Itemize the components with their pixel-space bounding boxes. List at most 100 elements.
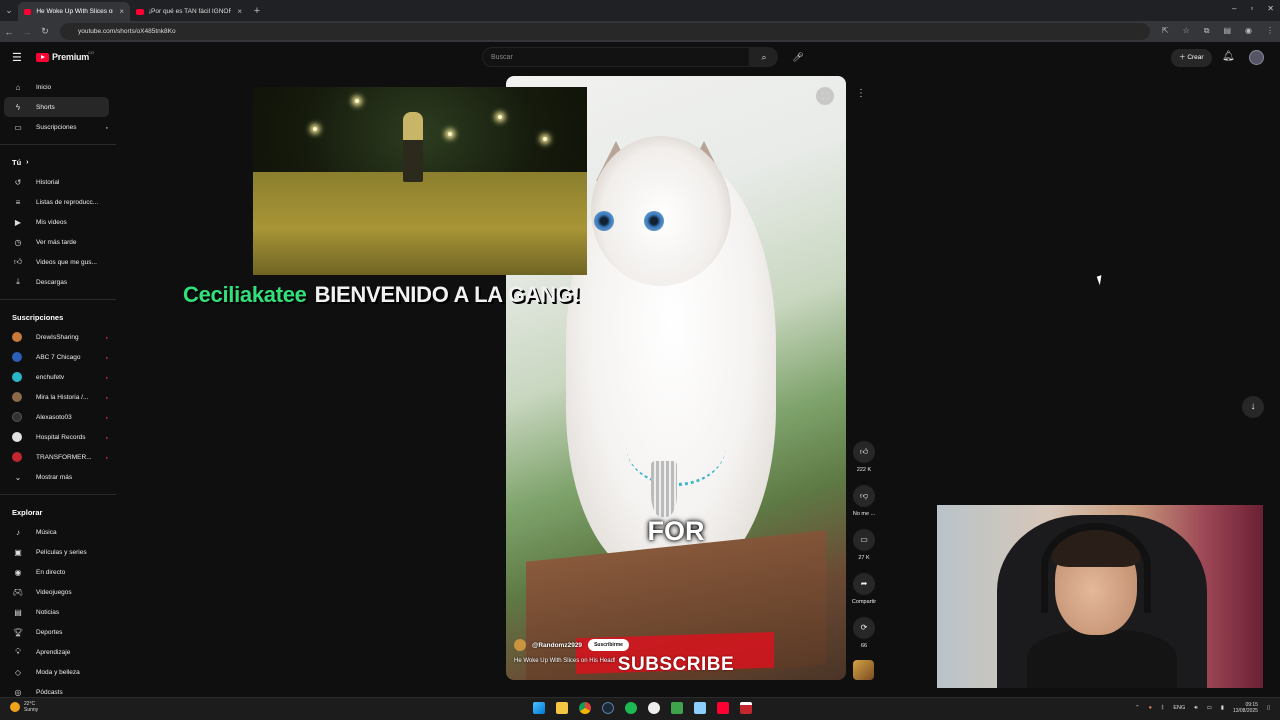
- sidebar-sub-mira-la-historia[interactable]: Mira la Historia /... ●: [0, 387, 116, 407]
- sidebar-sub-hospital-records[interactable]: Hospital Records ●: [0, 427, 116, 447]
- volume-icon[interactable]: 🔊︎: [1194, 705, 1197, 712]
- tray-chevron-up-icon[interactable]: ⌃: [1135, 705, 1140, 711]
- sidebar-item-videojuegos[interactable]: 🎮︎ Videojuegos: [0, 582, 116, 602]
- subscribe-button[interactable]: Suscribirme: [588, 639, 629, 651]
- open-external-icon[interactable]: ⇱: [1162, 26, 1169, 36]
- close-tab-icon[interactable]: ×: [237, 7, 242, 16]
- bluetooth-icon[interactable]: ᛒ: [1161, 705, 1164, 711]
- youtube-app-icon[interactable]: [717, 702, 729, 714]
- minimize-icon[interactable]: –: [1232, 4, 1236, 13]
- steam-icon[interactable]: [602, 702, 614, 714]
- sidebar-item-mis-videos[interactable]: ▶ Mis videos: [0, 212, 116, 232]
- tab-inactive[interactable]: ¡Por qué es TAN fácil IGNORAR ×: [130, 2, 248, 21]
- forward-icon[interactable]: →: [18, 27, 36, 37]
- sidebar-item-moda[interactable]: ◇ Moda y belleza: [0, 662, 116, 682]
- learning-icon: 💡︎: [15, 647, 21, 656]
- youtube-premium-logo[interactable]: Premium CO: [36, 50, 94, 62]
- remix-action[interactable]: ⟳ 66: [848, 617, 880, 649]
- calendar-app-icon[interactable]: [740, 702, 752, 714]
- new-tab-icon[interactable]: +: [248, 5, 266, 17]
- sidebar-sub-transformers[interactable]: TRANSFORMER... ●: [0, 447, 116, 467]
- share-label: Compartir: [851, 599, 877, 605]
- bookmark-star-icon[interactable]: ☆: [1183, 26, 1190, 36]
- share-action[interactable]: ➦ Compartir: [848, 573, 880, 605]
- extensions-icon[interactable]: ⧉: [1204, 26, 1210, 36]
- playlist-icon: ≡: [15, 197, 21, 207]
- sidebar-sub-enchufetv[interactable]: enchufetv ●: [0, 367, 116, 387]
- hamburger-menu-icon[interactable]: ☰: [12, 51, 22, 64]
- url-field[interactable]: youtube.com/shorts/oX485tnk8Ko: [60, 23, 1150, 40]
- sidebar-sub-abc7[interactable]: ABC 7 Chicago ●: [0, 347, 116, 367]
- live-dot: ●: [105, 434, 108, 440]
- sound-thumbnail[interactable]: [853, 660, 874, 680]
- fullscreen-icon[interactable]: ⛶: [816, 87, 834, 105]
- create-button[interactable]: ＋ Crear: [1171, 49, 1212, 67]
- language-indicator[interactable]: ENG: [1173, 705, 1185, 711]
- search-button[interactable]: ⌕: [750, 47, 778, 67]
- profile-icon[interactable]: ◉: [1245, 26, 1252, 36]
- like-action[interactable]: 👍︎ 222 K: [848, 441, 880, 473]
- battery-icon[interactable]: ▮: [1221, 705, 1224, 711]
- sidebar-divider: [0, 144, 116, 145]
- sidebar-item-musica[interactable]: ♪ Música: [0, 522, 116, 542]
- sidebar-show-more[interactable]: ⌄ Mostrar más: [0, 467, 116, 487]
- live-dot: ●: [105, 454, 108, 460]
- sidepanel-icon[interactable]: ▤: [1223, 26, 1231, 36]
- tray-app-icon[interactable]: ●: [1149, 705, 1152, 711]
- tab-list-chevron-icon[interactable]: ⌄: [0, 5, 18, 16]
- weather-widget[interactable]: 22°C Sunny: [10, 701, 38, 713]
- sidebar-item-descargas[interactable]: ⤓ Descargas: [0, 272, 116, 292]
- close-tab-icon[interactable]: ×: [119, 7, 124, 16]
- sidebar-item-aprendizaje[interactable]: 💡︎ Aprendizaje: [0, 642, 116, 662]
- windows-start-icon[interactable]: [533, 702, 545, 714]
- notifications-bell-icon[interactable]: 🔔︎: [1222, 51, 1235, 62]
- search-input[interactable]: Buscar: [482, 47, 750, 67]
- sidebar-item-en-directo[interactable]: ◉ En directo: [0, 562, 116, 582]
- tab-active[interactable]: He Woke Up With Slices on His ×: [18, 2, 130, 21]
- app-icon-green[interactable]: [671, 702, 683, 714]
- maximize-icon[interactable]: ▫: [1250, 4, 1253, 13]
- like-count: 222 K: [856, 467, 872, 473]
- music-icon: ♪: [16, 527, 20, 537]
- sidebar-item-peliculas[interactable]: ▣ Películas y series: [0, 542, 116, 562]
- back-icon[interactable]: ←: [0, 27, 18, 37]
- browser-menu-icon[interactable]: ⋮: [1266, 26, 1274, 36]
- comments-action[interactable]: ▭ 27 K: [848, 529, 880, 561]
- sidebar-item-historial[interactable]: ↺ Historial: [0, 172, 116, 192]
- sidebar-item-label: Mis videos: [36, 218, 67, 226]
- sidebar-item-liked[interactable]: 👍︎ Videos que me gus...: [0, 252, 116, 272]
- sidebar-item-suscripciones[interactable]: ▭ Suscripciones ●: [0, 117, 116, 137]
- next-short-button[interactable]: ↓: [1242, 396, 1264, 418]
- notifications-icon[interactable]: ▯: [1267, 705, 1270, 711]
- street-light: [355, 99, 359, 103]
- home-icon: ⌂: [15, 82, 21, 92]
- channel-avatar[interactable]: [514, 639, 526, 651]
- dislike-action[interactable]: 👎︎ No me ...: [848, 485, 880, 517]
- sidebar-item-podcasts[interactable]: ◎ Pódcasts: [0, 682, 116, 697]
- sidebar-item-deportes[interactable]: 🏆︎ Deportes: [0, 622, 116, 642]
- alert-message: BIENVENIDO A LA GANG!: [314, 282, 580, 307]
- store-icon[interactable]: [694, 702, 706, 714]
- sidebar-sub-alexasoto03[interactable]: Alexasoto03 ●: [0, 407, 116, 427]
- voice-search-button[interactable]: 🎤︎: [788, 47, 808, 67]
- chrome-icon[interactable]: [579, 702, 591, 714]
- close-window-icon[interactable]: ✕: [1267, 4, 1274, 13]
- sidebar-you-header[interactable]: Tú ›: [0, 152, 116, 172]
- more-options-icon[interactable]: ⋮: [856, 88, 866, 99]
- spotify-icon[interactable]: [625, 702, 637, 714]
- sidebar-item-noticias[interactable]: ▤ Noticias: [0, 602, 116, 622]
- liked-icon: 👍︎: [13, 257, 23, 266]
- chatgpt-icon[interactable]: [648, 702, 660, 714]
- sidebar-sub-drewissharing[interactable]: DrewIsSharing ●: [0, 327, 116, 347]
- account-avatar[interactable]: [1249, 50, 1264, 65]
- sidebar-item-inicio[interactable]: ⌂ Inicio: [0, 77, 116, 97]
- overlay-ground: [253, 172, 587, 275]
- network-icon[interactable]: ▭: [1207, 705, 1212, 711]
- channel-name[interactable]: @Randomz2929: [532, 642, 582, 649]
- reload-icon[interactable]: ↻: [36, 26, 54, 37]
- sidebar-item-listas[interactable]: ≡ Listas de reproducc...: [0, 192, 116, 212]
- clock[interactable]: 09:15 13/08/2025: [1233, 702, 1258, 714]
- sidebar-item-shorts[interactable]: ϟ Shorts: [4, 97, 109, 117]
- file-explorer-icon[interactable]: [556, 702, 568, 714]
- sidebar-item-ver-mas-tarde[interactable]: ◷ Ver más tarde: [0, 232, 116, 252]
